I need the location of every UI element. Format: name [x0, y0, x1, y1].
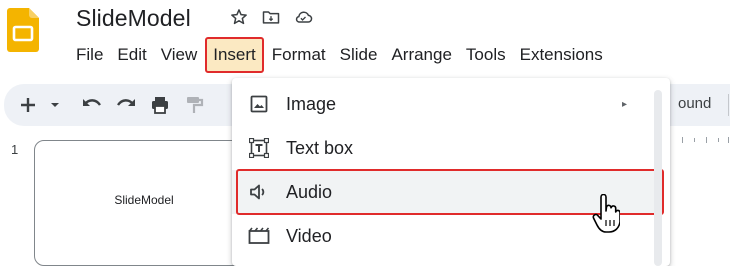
menu-format[interactable]: Format — [265, 40, 333, 70]
google-slides-logo[interactable] — [7, 8, 39, 52]
toolbar-partial-label[interactable]: ound — [678, 95, 711, 112]
insert-menu-label: Video — [286, 225, 332, 246]
menu-file[interactable]: File — [69, 40, 110, 70]
slide-thumbnail[interactable]: SlideModel — [34, 140, 254, 266]
insert-menu-item-image[interactable]: Image ▸ — [232, 82, 656, 126]
menu-edit[interactable]: Edit — [110, 40, 153, 70]
print-icon[interactable] — [148, 93, 172, 117]
video-icon — [248, 226, 270, 246]
hand-pointer-icon — [592, 193, 621, 234]
slide-thumbnail-text: SlideModel — [114, 193, 174, 207]
new-slide-dropdown-icon[interactable] — [48, 93, 62, 117]
star-icon[interactable] — [228, 6, 250, 28]
menu-extensions[interactable]: Extensions — [513, 40, 610, 70]
menu-scrollbar[interactable] — [654, 90, 662, 266]
redo-icon[interactable] — [114, 93, 138, 117]
new-slide-plus-icon[interactable] — [16, 93, 40, 117]
menubar: File Edit View Insert Format Slide Arran… — [69, 37, 610, 73]
menu-slide[interactable]: Slide — [333, 40, 385, 70]
cloud-status-icon[interactable] — [292, 6, 314, 28]
paint-format-icon[interactable] — [182, 93, 206, 117]
image-icon — [248, 94, 270, 114]
menu-tools[interactable]: Tools — [459, 40, 513, 70]
document-title[interactable]: SlideModel — [76, 4, 191, 32]
menu-arrange[interactable]: Arrange — [384, 40, 458, 70]
move-to-folder-icon[interactable] — [260, 6, 282, 28]
slide-number: 1 — [11, 142, 19, 157]
insert-menu-label: Image — [286, 93, 337, 114]
menu-insert[interactable]: Insert — [205, 37, 264, 73]
insert-menu-item-text-box[interactable]: Text box — [232, 126, 656, 170]
menu-view[interactable]: View — [154, 40, 205, 70]
text-box-icon — [248, 138, 270, 158]
submenu-arrow-icon: ▸ — [622, 98, 628, 110]
insert-menu-label: Text box — [286, 137, 354, 158]
undo-icon[interactable] — [80, 93, 104, 117]
toolbar-divider — [728, 94, 729, 116]
ruler — [660, 134, 730, 148]
